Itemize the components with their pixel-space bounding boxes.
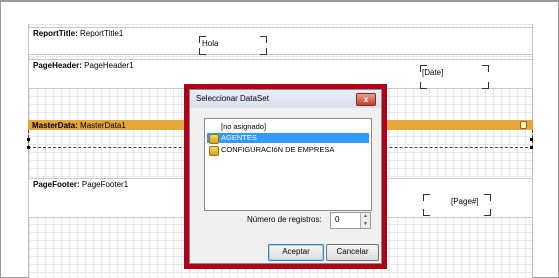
select-dataset-dialog: Seleccionar DataSet x [no asignado] AGEN…	[189, 89, 382, 264]
memo-page-number[interactable]: [Page#]	[423, 194, 491, 216]
band-report-title-label: ReportTitle: ReportTitle1	[33, 29, 124, 38]
memo-hola[interactable]: Hola	[199, 36, 267, 55]
selection-handle[interactable]	[27, 146, 30, 149]
chevron-down-icon[interactable]: ▼	[361, 221, 370, 229]
database-icon	[209, 134, 219, 144]
selection-handle[interactable]	[530, 138, 533, 141]
list-item[interactable]: AGENTES	[207, 133, 369, 144]
memo-date[interactable]: [Date]	[420, 65, 489, 89]
records-label: Número de registros:	[247, 215, 322, 224]
band-master-data-label: MasterData: MasterData1	[32, 121, 126, 130]
band-page-footer-label: PageFooter: PageFooter1	[33, 180, 129, 189]
records-stepper[interactable]: 0 ▲ ▼	[330, 212, 371, 229]
dialog-title: Seleccionar DataSet	[196, 94, 269, 103]
close-icon: x	[363, 95, 369, 104]
accept-button[interactable]: Aceptar	[268, 244, 324, 261]
memo-page-number-text: [Page#]	[451, 197, 479, 206]
stepper-buttons[interactable]: ▲ ▼	[360, 213, 370, 228]
selection-handle[interactable]	[530, 146, 533, 149]
dataset-list[interactable]: [no asignado] AGENTES CONFIGURACIóN DE E…	[204, 118, 372, 211]
band-report-title[interactable]: ReportTitle: ReportTitle1 Hola	[28, 27, 533, 55]
database-icon	[209, 146, 219, 156]
list-item[interactable]: CONFIGURACIóN DE EMPRESA	[207, 145, 369, 156]
records-value: 0	[335, 215, 340, 224]
memo-hola-text: Hola	[202, 39, 219, 48]
cancel-button[interactable]: Cancelar	[326, 244, 379, 261]
dialog-titlebar[interactable]: Seleccionar DataSet x	[190, 90, 381, 108]
close-button[interactable]: x	[356, 93, 376, 106]
memo-date-text: [Date]	[422, 68, 444, 77]
database-icon	[520, 121, 527, 129]
dialog-highlight-frame: Seleccionar DataSet x [no asignado] AGEN…	[184, 84, 387, 269]
list-item[interactable]: [no asignado]	[207, 122, 369, 132]
chevron-up-icon[interactable]: ▲	[361, 213, 370, 221]
selection-handle[interactable]	[27, 138, 30, 141]
band-page-header-label: PageHeader: PageHeader1	[33, 61, 134, 70]
